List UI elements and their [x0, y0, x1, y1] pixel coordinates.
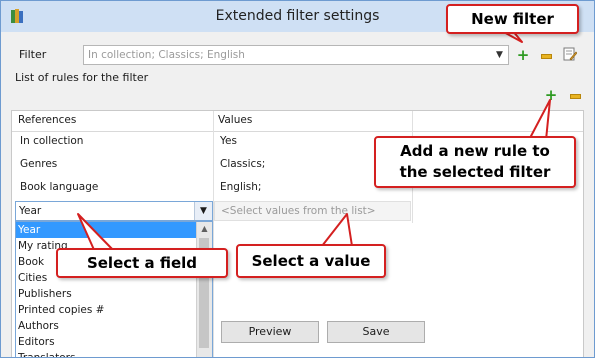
select-field-callout: Select a field: [56, 248, 228, 278]
add-rule-callout-line1: Add a new rule to: [400, 142, 550, 160]
new-filter-callout: New filter: [446, 4, 579, 34]
select-value-callout: Select a value: [236, 244, 386, 278]
add-rule-callout-line2: the selected filter: [399, 163, 551, 181]
add-rule-pointer: [529, 99, 551, 141]
select-field-pointer: [77, 213, 116, 253]
select-value-pointer: [321, 213, 353, 247]
add-rule-callout: Add a new rule to the selected filter: [374, 136, 576, 188]
